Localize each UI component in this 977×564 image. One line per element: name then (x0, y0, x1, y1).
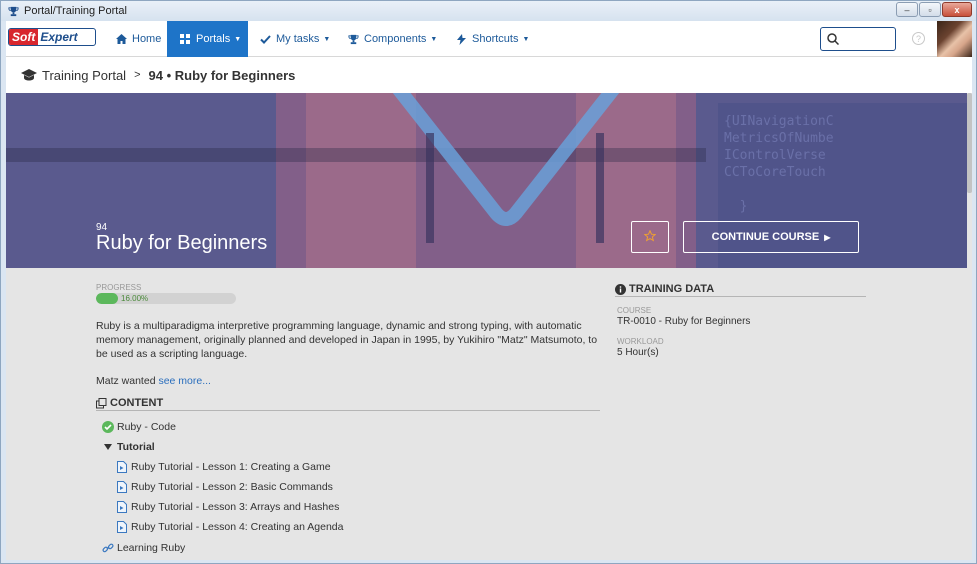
nav-home[interactable]: Home (109, 21, 167, 57)
content-item-lesson-2[interactable]: Ruby Tutorial - Lesson 2: Basic Commands (116, 481, 333, 493)
course-label: COURSE (617, 306, 652, 315)
course-title: Ruby for Beginners (96, 232, 268, 254)
grid-icon (179, 33, 191, 45)
video-doc-icon (116, 461, 128, 473)
continue-course-label: CONTINUE COURSE (711, 231, 820, 243)
content-item-label: Ruby Tutorial - Lesson 4: Creating an Ag… (131, 521, 344, 533)
scrollbar[interactable] (967, 93, 972, 560)
title-bar: Portal/Training Portal – ▫ x (1, 1, 976, 21)
trophy-icon (347, 33, 359, 45)
breadcrumb-current: 94 • Ruby for Beginners (148, 67, 296, 83)
see-more-link[interactable]: see more... (158, 375, 211, 387)
nav-components[interactable]: Components ▼ (347, 21, 442, 57)
breadcrumb-training-portal[interactable]: Training Portal (42, 68, 126, 83)
workload-value: 5 Hour(s) (617, 347, 659, 358)
search-input[interactable] (820, 27, 896, 51)
minimize-button[interactable]: – (896, 2, 918, 17)
workload-label: WORKLOAD (617, 337, 664, 346)
content-item-label: Tutorial (117, 441, 155, 453)
chevron-down-icon: ▼ (234, 35, 242, 43)
content-item-ruby-code[interactable]: Ruby - Code (102, 421, 176, 433)
trophy-icon (7, 5, 19, 17)
caret-right-icon: ▶ (824, 232, 831, 242)
chevron-down-icon: ▼ (323, 35, 331, 43)
progress-fill (96, 293, 119, 304)
info-icon (615, 283, 626, 295)
content-item-lesson-1[interactable]: Ruby Tutorial - Lesson 1: Creating a Gam… (116, 461, 331, 473)
content-item-label: Ruby Tutorial - Lesson 1: Creating a Gam… (131, 461, 331, 473)
progress-label: PROGRESS (96, 283, 142, 292)
video-doc-icon (116, 481, 128, 493)
nav-my-tasks[interactable]: My tasks ▼ (259, 21, 339, 57)
training-data-heading: TRAINING DATA (615, 282, 866, 297)
course-description: Ruby is a multiparadigma interpretive pr… (96, 320, 598, 360)
content-heading-label: CONTENT (110, 397, 164, 409)
content-item-lesson-4[interactable]: Ruby Tutorial - Lesson 4: Creating an Ag… (116, 521, 343, 533)
nav-shortcuts[interactable]: Shortcuts ▼ (455, 21, 535, 57)
help-icon[interactable]: ? (912, 32, 925, 45)
bolt-icon (455, 33, 467, 45)
content-item-learning-ruby[interactable]: Learning Ruby (102, 542, 185, 554)
star-icon (643, 229, 657, 245)
check-icon (259, 33, 271, 45)
content-folder-tutorial[interactable]: Tutorial (102, 441, 155, 453)
nav-my-tasks-label: My tasks (276, 33, 320, 45)
app-window: Portal/Training Portal – ▫ x Soft Expert… (0, 0, 977, 564)
favorite-button[interactable] (631, 221, 669, 253)
scrollbar-thumb[interactable] (967, 93, 972, 193)
window-title: Portal/Training Portal (24, 5, 127, 17)
browser-client: Soft Expert Home Portals ▼ My tasks ▼ Co… (6, 21, 972, 560)
breadcrumb: Training Portal > 94 • Ruby for Beginner… (6, 57, 972, 93)
top-navigation: Soft Expert Home Portals ▼ My tasks ▼ Co… (6, 21, 972, 57)
search-icon (827, 33, 840, 48)
progress-percent: 16.00% (121, 294, 149, 303)
continue-course-button[interactable]: CONTINUE COURSE ▶ (683, 221, 859, 253)
nav-portals[interactable]: Portals ▼ (167, 21, 248, 57)
progress-bar (96, 293, 236, 304)
softexpert-logo[interactable]: Soft Expert (8, 28, 96, 46)
content-item-lesson-3[interactable]: Ruby Tutorial - Lesson 3: Arrays and Has… (116, 501, 339, 513)
training-data-heading-label: TRAINING DATA (629, 283, 715, 295)
caret-down-icon (102, 441, 114, 453)
video-doc-icon (116, 501, 128, 513)
chevron-down-icon: ▼ (522, 35, 530, 43)
chevron-right-icon: > (134, 69, 141, 81)
link-icon (102, 542, 114, 554)
graduation-cap-icon (21, 69, 37, 81)
content-item-label: Ruby Tutorial - Lesson 2: Basic Commands (131, 481, 333, 493)
logo-soft: Soft (9, 29, 39, 45)
content-item-label: Ruby - Code (117, 421, 176, 433)
nav-home-label: Home (132, 33, 162, 45)
restore-button[interactable]: ▫ (919, 2, 941, 17)
logo-expert: Expert (40, 30, 78, 44)
course-banner: {UINavigationC MetricsOfNumbe IControlVe… (6, 93, 967, 268)
nav-portals-label: Portals (196, 33, 231, 45)
avatar[interactable] (937, 21, 972, 57)
close-button[interactable]: x (942, 2, 972, 17)
check-circle-icon (102, 421, 114, 433)
copy-icon (96, 397, 107, 409)
nav-components-label: Components (364, 33, 427, 45)
home-icon (115, 33, 127, 45)
video-doc-icon (116, 521, 128, 533)
ruby-gem-shape (392, 93, 620, 243)
chevron-down-icon: ▼ (430, 35, 438, 43)
course-value: TR-0010 - Ruby for Beginners (617, 316, 751, 327)
content-item-label: Learning Ruby (117, 542, 186, 554)
content-item-label: Ruby Tutorial - Lesson 3: Arrays and Has… (131, 501, 340, 513)
more-prefix: Matz wanted (96, 375, 159, 387)
nav-shortcuts-label: Shortcuts (472, 33, 519, 45)
description-more: Matz wanted see more... (96, 375, 211, 387)
code-text: {UINavigationC MetricsOfNumbe IControlVe… (724, 114, 834, 214)
content-heading: CONTENT (96, 396, 600, 411)
